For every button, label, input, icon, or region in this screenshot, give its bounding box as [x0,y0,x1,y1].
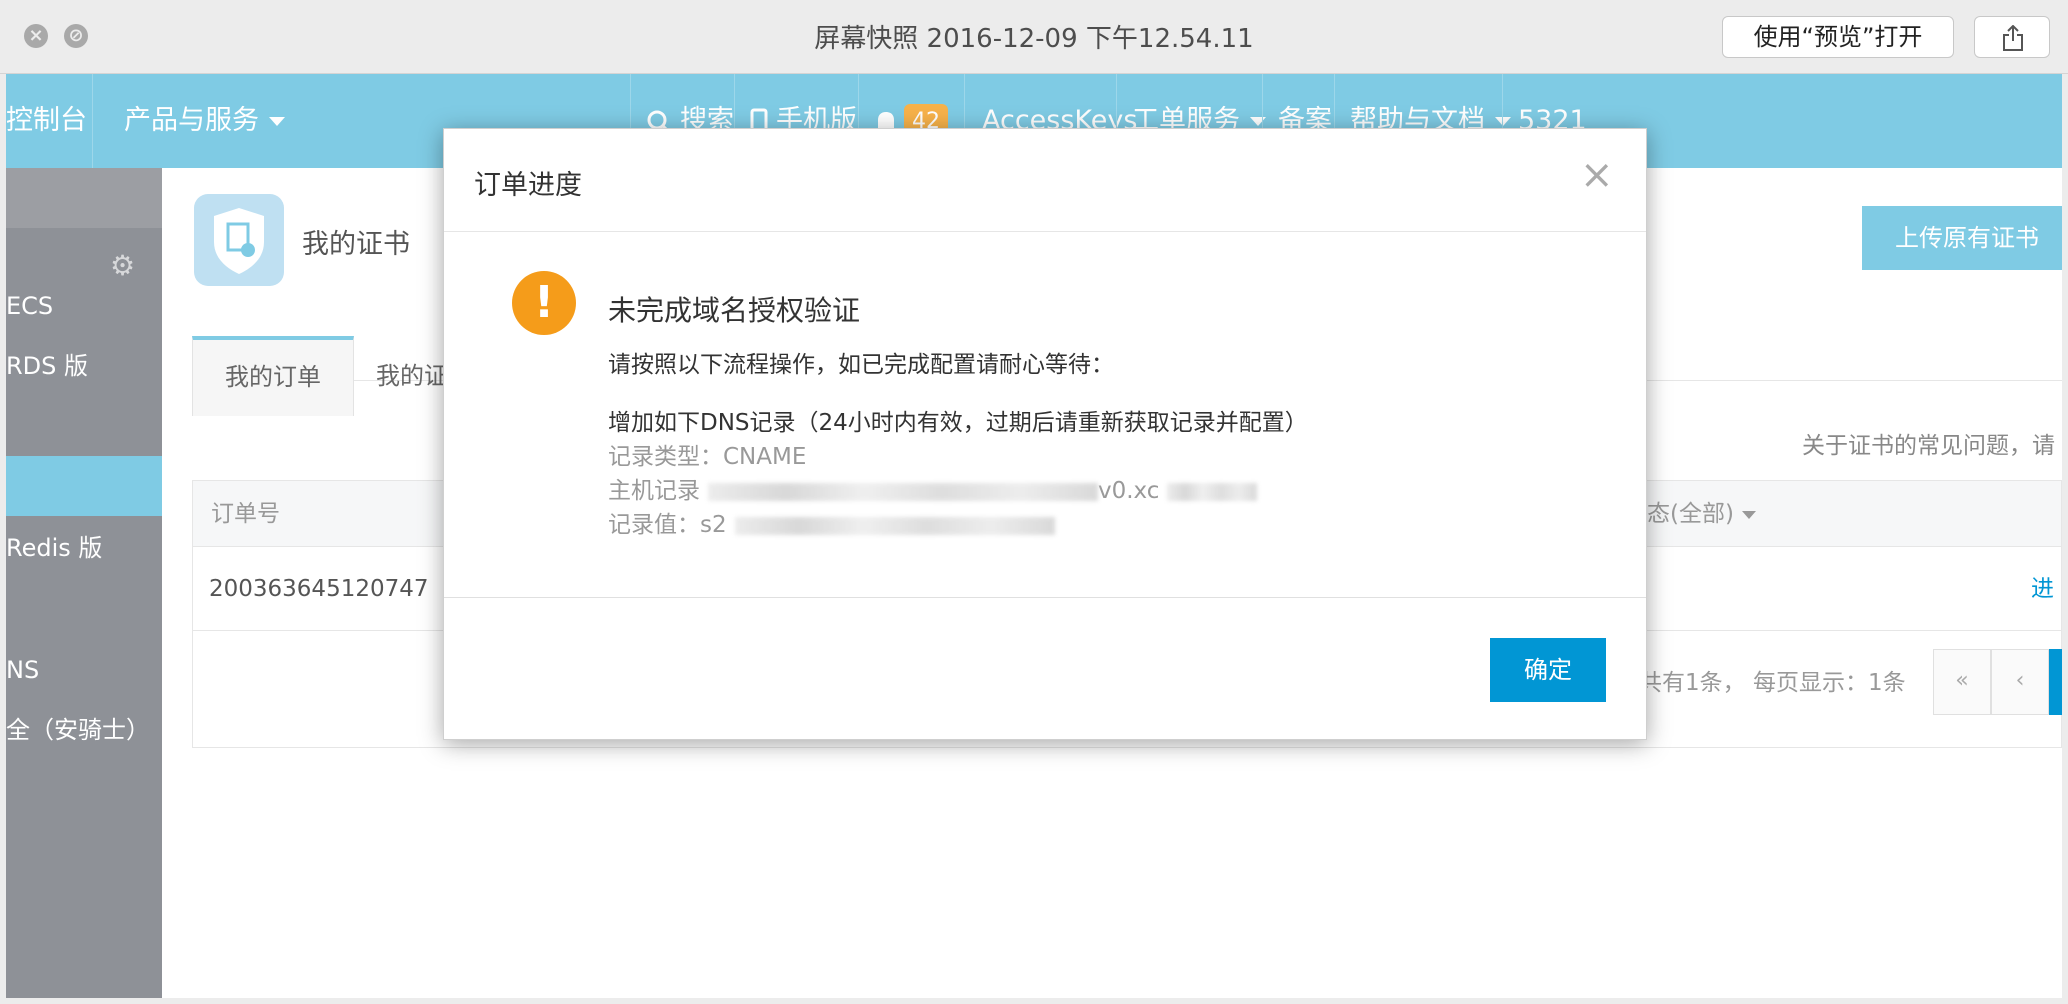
divider [444,597,1646,598]
redacted-text [1167,482,1258,501]
record-type-row: 记录类型：CNAME [608,437,806,471]
divider [444,231,1646,232]
confirm-button[interactable]: 确定 [1490,638,1606,702]
open-with-preview-button[interactable]: 使用“预览”打开 [1722,16,1954,58]
record-type-label: 记录类型： [608,444,723,470]
share-icon [2003,25,2023,51]
close-icon[interactable]: × [1580,155,1614,195]
redacted-text [708,482,1098,501]
dns-note: 增加如下DNS记录（24小时内有效，过期后请重新获取记录并配置） [608,410,1308,436]
share-button[interactable] [1974,16,2050,58]
warning-heading: 未完成域名授权验证 [608,294,861,327]
warning-icon: ! [512,271,576,335]
instruction-text: 请按照以下流程操作，如已完成配置请耐心等待： [608,352,1114,378]
host-record-label: 主机记录 [608,478,700,504]
host-record-row: 主机记录 v0.xc [608,471,1258,505]
record-value-visible: s2 [700,512,727,538]
record-value-label: 记录值： [608,512,700,538]
host-record-value: v0.xc [1098,478,1160,504]
record-type-value: CNAME [723,444,807,470]
record-value-row: 记录值：s2 [608,505,1055,539]
screenshot-content: 控制台 产品与服务 搜索 手机版 42 AccessKeys 工单服务 备案 帮… [6,74,2062,998]
dialog-title: 订单进度 [474,170,582,201]
redacted-text [734,516,1055,535]
preview-window: × ⊘ 屏幕快照 2016-12-09 下午12.54.11 使用“预览”打开 … [0,0,2068,1004]
title-bar: × ⊘ 屏幕快照 2016-12-09 下午12.54.11 使用“预览”打开 [0,0,2068,74]
order-progress-dialog: 订单进度 × ! 未完成域名授权验证 请按照以下流程操作，如已完成配置请耐心等待… [443,128,1647,740]
